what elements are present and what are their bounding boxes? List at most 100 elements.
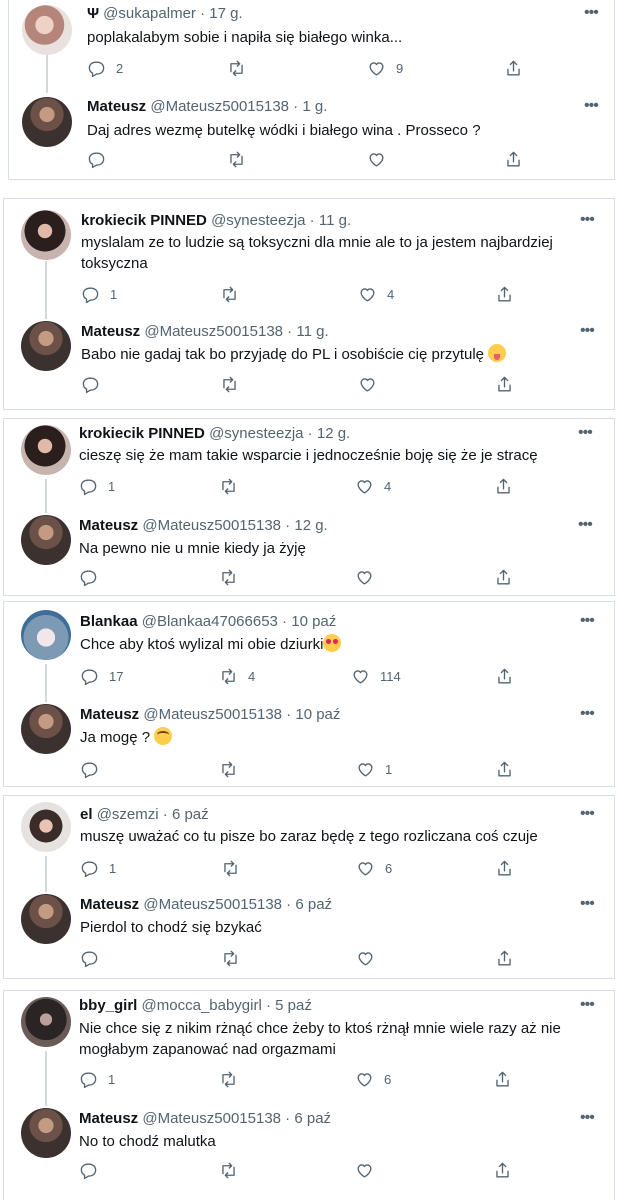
username[interactable]: @mocca_babygirl [142,997,262,1014]
reply-button[interactable]: 1 [81,283,117,305]
reply-button[interactable] [87,148,106,170]
share-button[interactable] [495,373,514,395]
reply-button[interactable] [80,758,99,780]
retweet-button[interactable] [219,1159,238,1181]
timestamp[interactable]: 11 g. [296,323,328,340]
like-button[interactable]: 6 [356,857,392,879]
share-button[interactable] [495,947,514,969]
display-name[interactable]: Blankaa [80,613,138,630]
reply-button[interactable]: 2 [87,57,123,79]
like-button[interactable] [355,566,374,588]
timestamp[interactable]: 1 g. [302,98,327,115]
like-button[interactable] [356,947,375,969]
share-button[interactable] [494,475,513,497]
more-options-icon[interactable]: ••• [578,425,593,441]
avatar[interactable] [21,610,71,660]
avatar[interactable] [21,997,71,1047]
reply-button[interactable]: 17 [80,665,123,687]
timestamp[interactable]: 5 paź [275,997,312,1014]
more-options-icon[interactable]: ••• [580,806,595,822]
retweet-button[interactable] [221,947,240,969]
avatar[interactable] [22,5,72,55]
display-name[interactable]: Mateusz [80,706,139,723]
more-options-icon[interactable]: ••• [580,323,595,339]
timestamp[interactable]: 6 paź [172,806,209,823]
retweet-button[interactable] [220,283,249,305]
timestamp[interactable]: 11 g. [319,212,351,229]
retweet-button[interactable] [219,758,238,780]
like-button[interactable]: 4 [358,283,394,305]
username[interactable]: @Mateusz50015138 [150,98,289,115]
more-options-icon[interactable]: ••• [580,997,595,1013]
reply-button[interactable] [80,947,99,969]
like-button[interactable] [355,1159,374,1181]
username[interactable]: @Mateusz50015138 [143,706,282,723]
retweet-button[interactable]: 4 [219,665,255,687]
share-button[interactable] [493,1159,512,1181]
display-name[interactable]: Mateusz [80,896,139,913]
retweet-button[interactable] [220,373,239,395]
reply-button[interactable] [79,1159,98,1181]
username[interactable]: @synesteezja [211,212,305,229]
timestamp[interactable]: 12 g. [317,425,350,442]
like-button[interactable]: 1 [356,758,392,780]
more-options-icon[interactable]: ••• [578,517,593,533]
share-button[interactable] [504,57,523,79]
like-button[interactable]: 4 [355,475,391,497]
more-options-icon[interactable]: ••• [580,613,595,629]
share-button[interactable] [494,566,513,588]
timestamp[interactable]: 10 paź [291,613,336,630]
retweet-button[interactable] [219,566,238,588]
avatar[interactable] [21,515,71,565]
share-button[interactable] [495,665,514,687]
username[interactable]: @szemzi [97,806,159,823]
display-name[interactable]: krokiecik PINNED [79,425,205,442]
avatar[interactable] [21,704,71,754]
username[interactable]: @sukapalmer [103,5,196,22]
timestamp[interactable]: 6 paź [295,896,332,913]
like-button[interactable]: 9 [367,57,403,79]
share-button[interactable] [504,148,523,170]
username[interactable]: @Mateusz50015138 [142,517,281,534]
avatar[interactable] [22,97,72,147]
display-name[interactable]: bby_girl [79,997,137,1014]
retweet-button[interactable] [227,148,246,170]
more-options-icon[interactable]: ••• [580,896,595,912]
username[interactable]: @Mateusz50015138 [144,323,283,340]
display-name[interactable]: el [80,806,93,823]
retweet-button[interactable] [219,475,248,497]
share-button[interactable] [495,758,514,780]
display-name[interactable]: Mateusz [79,1110,138,1127]
username[interactable]: @Mateusz50015138 [142,1110,281,1127]
avatar[interactable] [21,425,71,475]
retweet-button[interactable] [219,1068,248,1090]
display-name[interactable]: Mateusz [81,323,140,340]
retweet-button[interactable] [221,857,250,879]
more-options-icon[interactable]: ••• [584,98,599,114]
timestamp[interactable]: 17 g. [209,5,242,22]
more-options-icon[interactable]: ••• [580,706,595,722]
avatar[interactable] [21,210,71,260]
reply-button[interactable] [79,566,98,588]
avatar[interactable] [21,802,71,852]
avatar[interactable] [21,1108,71,1158]
timestamp[interactable]: 12 g. [294,517,327,534]
more-options-icon[interactable]: ••• [580,212,595,228]
like-button[interactable]: 114 [351,665,401,687]
reply-button[interactable]: 1 [80,857,116,879]
share-button[interactable] [495,283,514,305]
username[interactable]: @synesteezja [209,425,303,442]
reply-button[interactable] [81,373,100,395]
avatar[interactable] [21,894,71,944]
timestamp[interactable]: 6 paź [294,1110,331,1127]
like-button[interactable] [367,148,386,170]
retweet-button[interactable] [227,57,256,79]
username[interactable]: @Blankaa47066653 [142,613,278,630]
display-name[interactable]: Mateusz [87,98,146,115]
share-button[interactable] [495,857,514,879]
reply-button[interactable]: 1 [79,475,115,497]
share-button[interactable] [493,1068,512,1090]
username[interactable]: @Mateusz50015138 [143,896,282,913]
like-button[interactable]: 6 [355,1068,391,1090]
more-options-icon[interactable]: ••• [584,5,599,21]
